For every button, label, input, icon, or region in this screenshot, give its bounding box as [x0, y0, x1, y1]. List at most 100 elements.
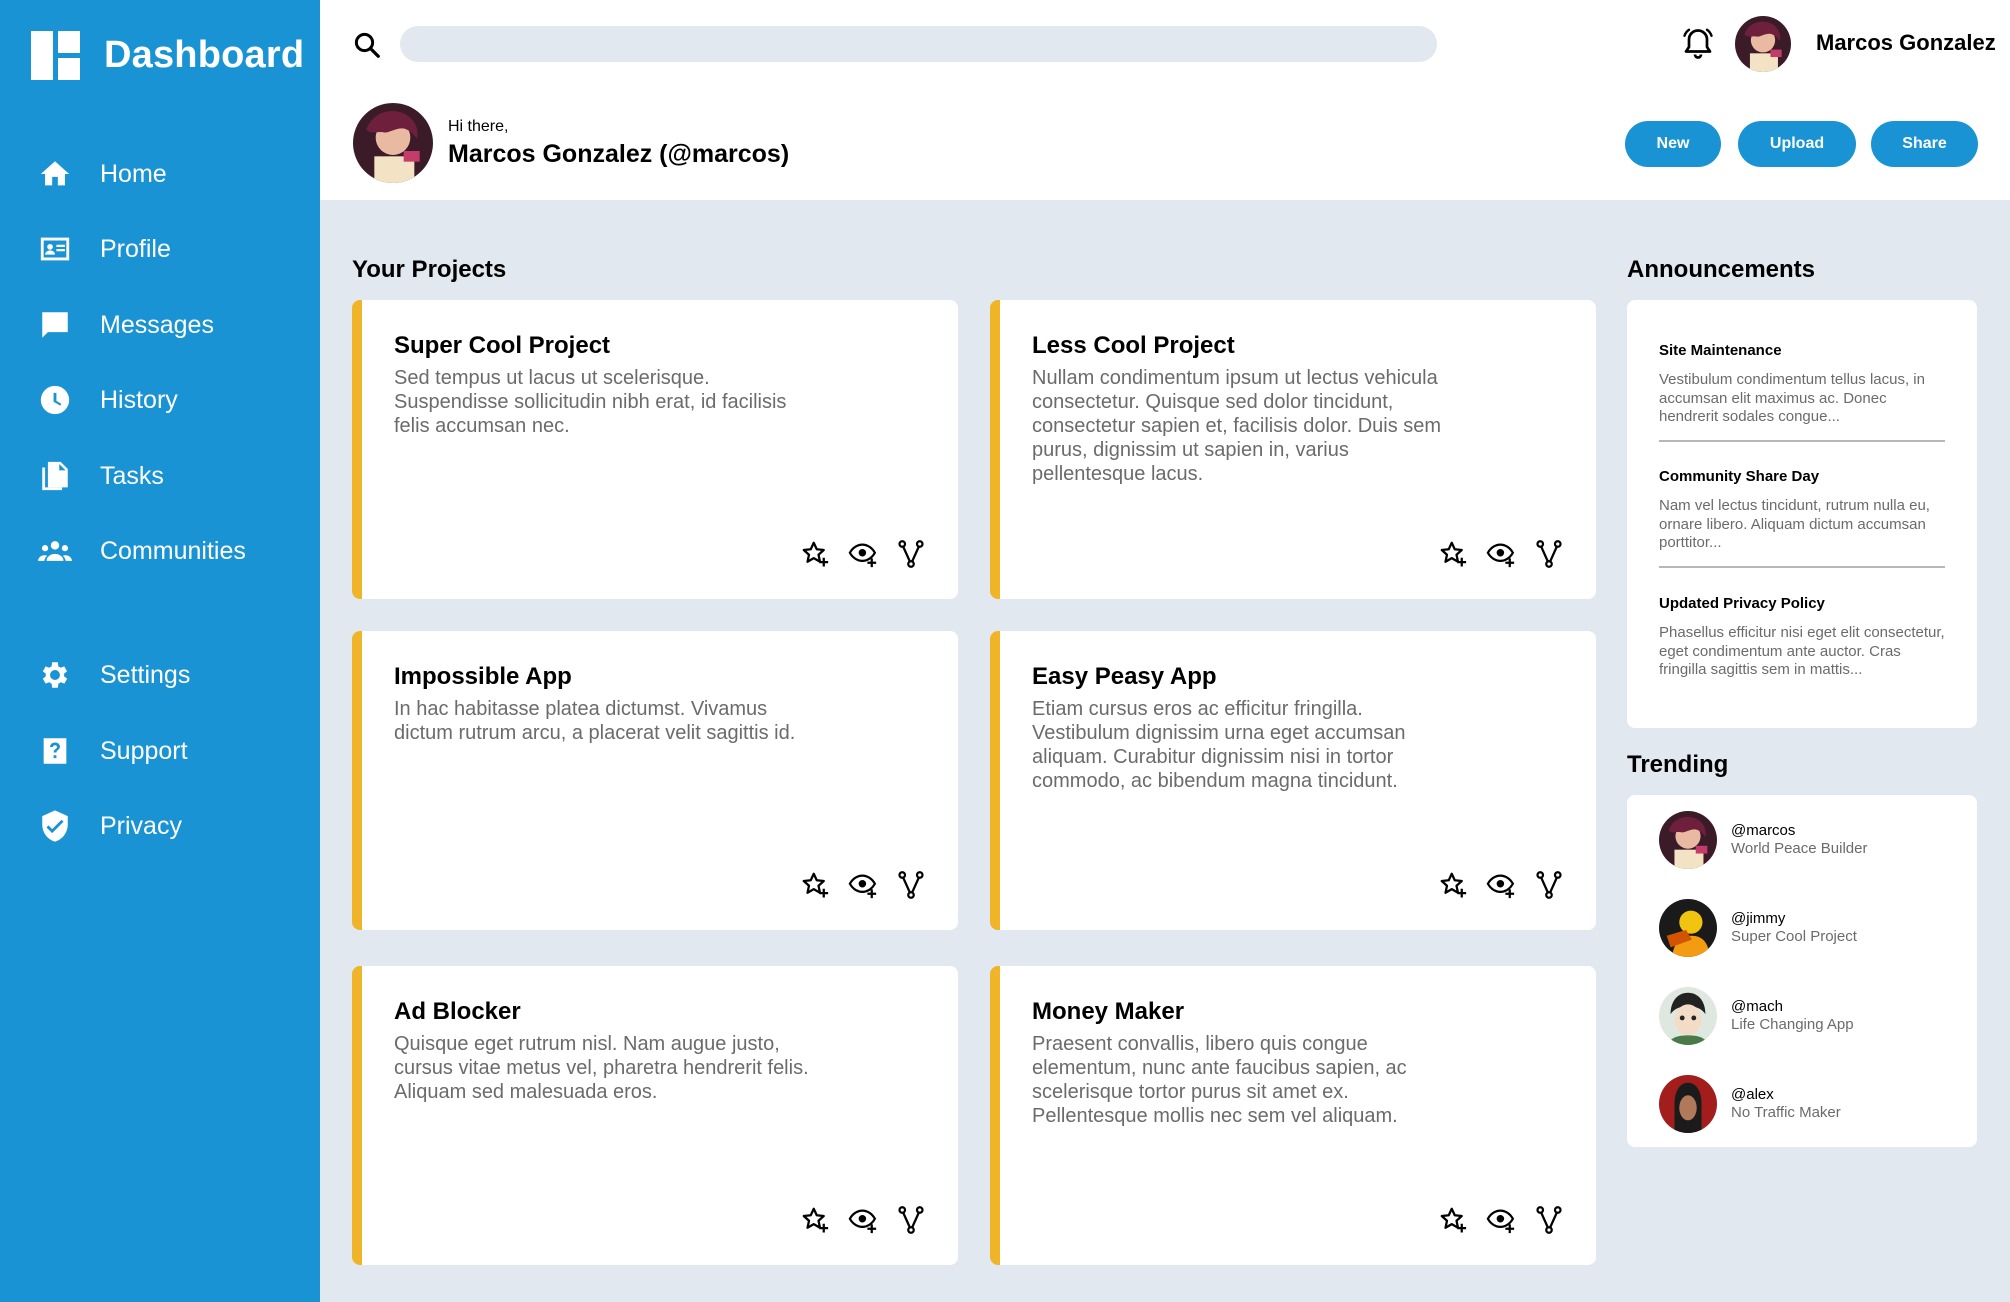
brand[interactable]: Dashboard	[31, 31, 304, 80]
trending-subtitle: World Peace Builder	[1731, 840, 1868, 857]
sidebar-item-profile[interactable]: Profile	[38, 224, 171, 274]
project-card[interactable]: Impossible App In hac habitasse platea di…	[352, 631, 958, 930]
project-actions	[1438, 870, 1564, 900]
sidebar-item-label: Settings	[100, 660, 191, 689]
bell-icon[interactable]	[1680, 26, 1716, 62]
project-card[interactable]: Super Cool Project Sed tempus ut lacus ut…	[352, 300, 958, 599]
message-icon	[42, 312, 68, 338]
avatar	[1659, 811, 1717, 869]
trending-item[interactable]: @marcos World Peace Builder	[1659, 811, 1867, 869]
announcement-body: Nam vel lectus tincidunt, rutrum nulla e…	[1659, 497, 1930, 551]
sidebar-item-history[interactable]: History	[38, 375, 178, 425]
trending-handle: @alex	[1731, 1086, 1774, 1103]
watch-icon[interactable]	[848, 539, 878, 569]
sidebar-item-settings[interactable]: Settings	[38, 650, 190, 700]
trending-handle: @marcos	[1731, 822, 1796, 839]
help-icon	[43, 738, 67, 764]
fork-icon[interactable]	[896, 539, 926, 569]
project-card[interactable]: Ad Blocker Quisque eget rutrum nisl. Nam …	[352, 966, 958, 1265]
group-icon	[38, 541, 72, 561]
sidebar-item-privacy[interactable]: Privacy	[38, 801, 182, 851]
watch-icon[interactable]	[848, 1205, 878, 1235]
avatar	[1659, 987, 1717, 1045]
project-description: Praesent convallis, libero quis congue e…	[1032, 1033, 1407, 1127]
project-description: In hac habitasse platea dictumst. Vivamu…	[394, 698, 796, 744]
project-title: Easy Peasy App	[1032, 663, 1217, 690]
sidebar-item-communities[interactable]: Communities	[38, 526, 246, 576]
project-description: Sed tempus ut lacus ut scelerisque. Susp…	[394, 367, 787, 437]
project-card[interactable]: Easy Peasy App Etiam cursus eros ac effic…	[990, 631, 1596, 930]
watch-icon[interactable]	[848, 870, 878, 900]
sidebar-item-label: Messages	[100, 310, 214, 339]
trending-item[interactable]: @mach Life Changing App	[1659, 987, 1854, 1045]
project-card[interactable]: Less Cool Project Nullam condimentum ipsu…	[990, 300, 1596, 599]
dashboard-logo-icon	[31, 31, 80, 80]
upload-button[interactable]: Upload	[1738, 121, 1856, 167]
trending-title: Trending	[1627, 751, 1729, 778]
divider	[1659, 566, 1945, 568]
search-input[interactable]	[400, 26, 1437, 62]
trending-subtitle: No Traffic Maker	[1731, 1104, 1841, 1121]
shield-icon	[42, 810, 68, 842]
project-title: Less Cool Project	[1032, 332, 1235, 359]
sidebar-item-label: Tasks	[100, 461, 164, 490]
project-actions	[800, 1205, 926, 1235]
star-icon[interactable]	[1438, 539, 1468, 569]
watch-icon[interactable]	[1486, 870, 1516, 900]
sidebar-item-label: Communities	[100, 536, 246, 565]
avatar[interactable]	[1735, 16, 1791, 72]
trending-panel: @marcos World Peace Builder @jimmy Super…	[1627, 795, 1977, 1147]
fork-icon[interactable]	[896, 870, 926, 900]
fork-icon[interactable]	[1534, 1205, 1564, 1235]
star-icon[interactable]	[800, 539, 830, 569]
project-actions	[800, 870, 926, 900]
announcement-title: Community Share Day	[1659, 468, 1820, 485]
avatar	[1659, 1075, 1717, 1133]
project-title: Money Maker	[1032, 998, 1185, 1025]
header-username[interactable]: Marcos Gonzalez	[1816, 30, 1996, 56]
sidebar-item-support[interactable]: Support	[38, 726, 188, 776]
sidebar-item-tasks[interactable]: Tasks	[38, 451, 164, 501]
trending-item[interactable]: @alex No Traffic Maker	[1659, 1075, 1841, 1133]
clock-icon	[40, 385, 70, 415]
divider	[1659, 440, 1945, 442]
star-icon[interactable]	[1438, 870, 1468, 900]
sidebar-item-messages[interactable]: Messages	[38, 300, 214, 350]
star-icon[interactable]	[800, 870, 830, 900]
watch-icon[interactable]	[1486, 539, 1516, 569]
project-actions	[1438, 539, 1564, 569]
user-full-name: Marcos Gonzalez (@marcos)	[448, 140, 790, 168]
watch-icon[interactable]	[1486, 1205, 1516, 1235]
announcements-title: Announcements	[1627, 256, 1816, 283]
project-title: Impossible App	[394, 663, 572, 690]
star-icon[interactable]	[1438, 1205, 1468, 1235]
new-button[interactable]: New	[1625, 121, 1721, 167]
announcement-title: Site Maintenance	[1659, 342, 1782, 359]
trending-subtitle: Super Cool Project	[1731, 928, 1857, 945]
share-button[interactable]: Share	[1871, 121, 1978, 167]
greeting: Hi there,	[448, 118, 509, 135]
announcement-item[interactable]: Updated Privacy Policy Phasellus efficit…	[1659, 595, 1945, 680]
sidebar-item-label: Home	[100, 159, 167, 188]
documents-icon	[42, 461, 68, 491]
brand-title: Dashboard	[104, 34, 305, 76]
search-icon[interactable]	[352, 30, 382, 60]
project-actions	[800, 539, 926, 569]
sidebar-item-label: Privacy	[100, 811, 182, 840]
sidebar-item-home[interactable]: Home	[38, 149, 167, 199]
trending-item[interactable]: @jimmy Super Cool Project	[1659, 899, 1857, 957]
project-card[interactable]: Money Maker Praesent convallis, libero qu…	[990, 966, 1596, 1265]
sidebar-item-label: Profile	[100, 234, 171, 263]
project-title: Ad Blocker	[394, 998, 521, 1025]
announcement-title: Updated Privacy Policy	[1659, 595, 1825, 612]
fork-icon[interactable]	[1534, 539, 1564, 569]
fork-icon[interactable]	[1534, 870, 1564, 900]
id-card-icon	[40, 237, 70, 261]
announcement-item[interactable]: Community Share Day Nam vel lectus tinci…	[1659, 468, 1945, 553]
star-icon[interactable]	[800, 1205, 830, 1235]
announcement-item[interactable]: Site Maintenance Vestibulum condimentum …	[1659, 342, 1945, 427]
announcement-body: Vestibulum condimentum tellus lacus, in …	[1659, 371, 1925, 425]
avatar	[1659, 899, 1717, 957]
gear-icon	[42, 662, 68, 688]
fork-icon[interactable]	[896, 1205, 926, 1235]
